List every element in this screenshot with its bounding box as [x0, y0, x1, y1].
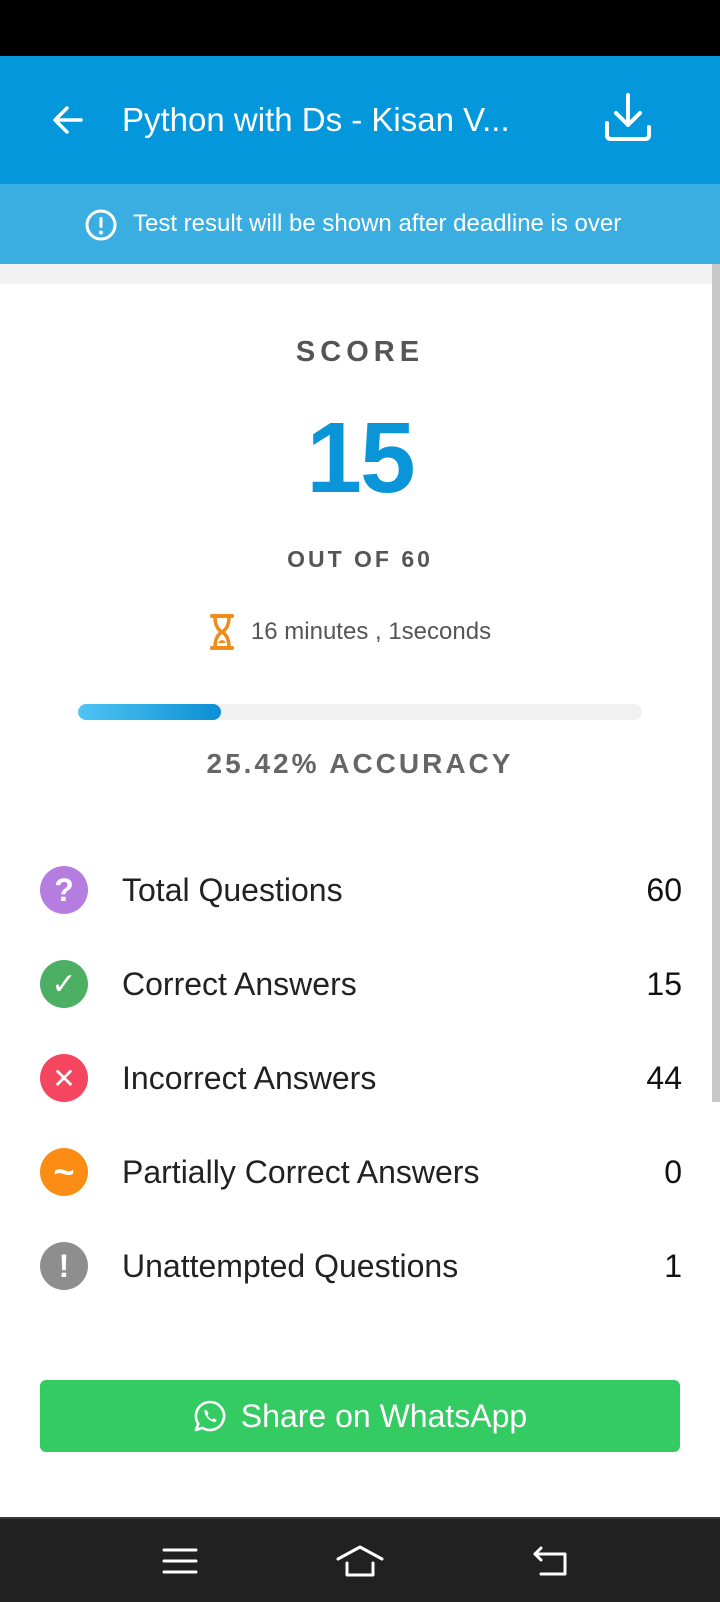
- score-label: SCORE: [295, 336, 425, 368]
- app-bar: Python with Ds - Kisan V...: [0, 56, 720, 184]
- hourglass-icon: [209, 614, 234, 650]
- cross-icon: ✕: [40, 1054, 88, 1102]
- score-value: 15: [306, 402, 415, 514]
- stat-label: Incorrect Answers: [122, 1060, 377, 1096]
- download-button[interactable]: [596, 86, 660, 150]
- page-title: Python with Ds - Kisan V...: [122, 101, 510, 138]
- deadline-message: Test result will be shown after deadline…: [133, 210, 622, 237]
- score-total: OUT OF 60: [287, 546, 433, 572]
- check-icon: ✓: [40, 960, 88, 1008]
- stat-label: Correct Answers: [122, 966, 357, 1002]
- back-icon: [533, 1546, 567, 1576]
- whatsapp-icon: [194, 1400, 226, 1432]
- exclamation-icon: !: [40, 1242, 88, 1290]
- stat-unattempted: ! Unattempted Questions 1: [0, 1236, 720, 1296]
- divider: [0, 264, 720, 284]
- home-button[interactable]: [336, 1537, 384, 1585]
- info-icon: [85, 209, 117, 241]
- accuracy-progress-bar: [78, 704, 642, 720]
- arrow-left-icon: [53, 106, 83, 134]
- share-whatsapp-button[interactable]: Share on WhatsApp: [40, 1380, 680, 1452]
- stat-value: 60: [646, 872, 682, 908]
- stat-incorrect-answers: ✕ Incorrect Answers 44: [0, 1048, 720, 1108]
- home-icon: [336, 1545, 384, 1577]
- stat-partially-correct: ~ Partially Correct Answers 0: [0, 1142, 720, 1202]
- deadline-banner: Test result will be shown after deadline…: [0, 184, 720, 264]
- back-nav-button[interactable]: [526, 1537, 574, 1585]
- accuracy-label: 25.42% ACCURACY: [206, 748, 514, 779]
- stat-label: Partially Correct Answers: [122, 1154, 480, 1190]
- stat-correct-answers: ✓ Correct Answers 15: [0, 954, 720, 1014]
- stat-value: 1: [664, 1248, 682, 1284]
- stat-label: Unattempted Questions: [122, 1248, 459, 1284]
- menu-icon: [162, 1548, 198, 1574]
- navigation-bar: [0, 1517, 720, 1602]
- download-icon: [605, 93, 651, 141]
- time-taken: 16 minutes , 1seconds: [0, 610, 720, 654]
- time-taken-text: 16 minutes , 1seconds: [250, 618, 492, 645]
- stat-value: 44: [646, 1060, 682, 1096]
- menu-button[interactable]: [156, 1537, 204, 1585]
- back-button[interactable]: [40, 92, 96, 148]
- tilde-icon: ~: [40, 1148, 88, 1196]
- stat-value: 0: [664, 1154, 682, 1190]
- question-icon: ?: [40, 866, 88, 914]
- stat-label: Total Questions: [122, 872, 343, 908]
- stat-total-questions: ? Total Questions 60: [0, 860, 720, 920]
- status-bar: [0, 0, 720, 56]
- accuracy-progress-fill: [78, 704, 222, 720]
- share-button-label: Share on WhatsApp: [240, 1397, 528, 1434]
- stat-value: 15: [646, 966, 682, 1002]
